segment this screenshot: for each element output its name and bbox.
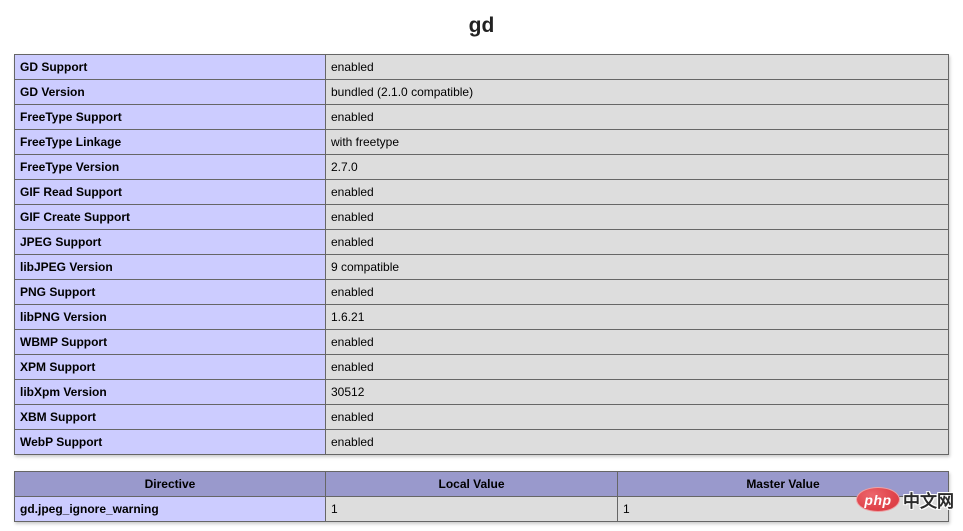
row-label: GD Version [14,79,326,105]
table-row: XPM Support enabled [14,354,949,380]
table-row: GD Version bundled (2.1.0 compatible) [14,79,949,105]
watermark-site-name: 中文网 [903,492,954,511]
table-row: GIF Read Support enabled [14,179,949,205]
table-row: libPNG Version 1.6.21 [14,304,949,330]
row-label: libPNG Version [14,304,326,330]
row-value: enabled [325,354,949,380]
table-row: gd.jpeg_ignore_warning 1 1 [14,496,949,522]
row-value: 2.7.0 [325,154,949,180]
table-row: FreeType Linkage with freetype [14,129,949,155]
row-value: enabled [325,54,949,80]
php-cn-watermark: php 中文网 [856,487,954,512]
row-label: JPEG Support [14,229,326,255]
directive-name: gd.jpeg_ignore_warning [14,496,326,522]
row-value: enabled [325,279,949,305]
row-label: PNG Support [14,279,326,305]
table-row: WBMP Support enabled [14,329,949,355]
column-header-local-value: Local Value [325,471,618,497]
row-label: GD Support [14,54,326,80]
page-title: gd [468,14,495,37]
table-row: WebP Support enabled [14,429,949,455]
row-value: enabled [325,229,949,255]
row-value: enabled [325,329,949,355]
row-value: bundled (2.1.0 compatible) [325,79,949,105]
table-row: GD Support enabled [14,54,949,80]
gd-directives-table: Directive Local Value Master Value gd.jp… [14,471,949,522]
row-label: libJPEG Version [14,254,326,280]
row-value: enabled [325,179,949,205]
column-header-directive: Directive [14,471,326,497]
table-row: libXpm Version 30512 [14,379,949,405]
row-value: enabled [325,429,949,455]
row-value: enabled [325,204,949,230]
row-label: WBMP Support [14,329,326,355]
table-row: XBM Support enabled [14,404,949,430]
table-row: FreeType Version 2.7.0 [14,154,949,180]
php-logo-text: php [864,491,892,508]
row-label: FreeType Linkage [14,129,326,155]
row-value: with freetype [325,129,949,155]
row-label: FreeType Support [14,104,326,130]
table-header-row: Directive Local Value Master Value [14,471,949,497]
row-label: WebP Support [14,429,326,455]
row-label: libXpm Version [14,379,326,405]
php-logo-icon: php [856,487,900,512]
row-label: GIF Read Support [14,179,326,205]
table-row: PNG Support enabled [14,279,949,305]
table-row: FreeType Support enabled [14,104,949,130]
row-label: FreeType Version [14,154,326,180]
table-row: GIF Create Support enabled [14,204,949,230]
row-label: XBM Support [14,404,326,430]
directive-local-value: 1 [325,496,618,522]
table-row: libJPEG Version 9 compatible [14,254,949,280]
row-value: 9 compatible [325,254,949,280]
phpinfo-gd-section: gd GD Support enabled GD Version bundled… [8,14,955,522]
table-row: JPEG Support enabled [14,229,949,255]
gd-info-table: GD Support enabled GD Version bundled (2… [14,54,949,455]
row-label: GIF Create Support [14,204,326,230]
row-label: XPM Support [14,354,326,380]
row-value: enabled [325,104,949,130]
row-value: enabled [325,404,949,430]
row-value: 1.6.21 [325,304,949,330]
row-value: 30512 [325,379,949,405]
